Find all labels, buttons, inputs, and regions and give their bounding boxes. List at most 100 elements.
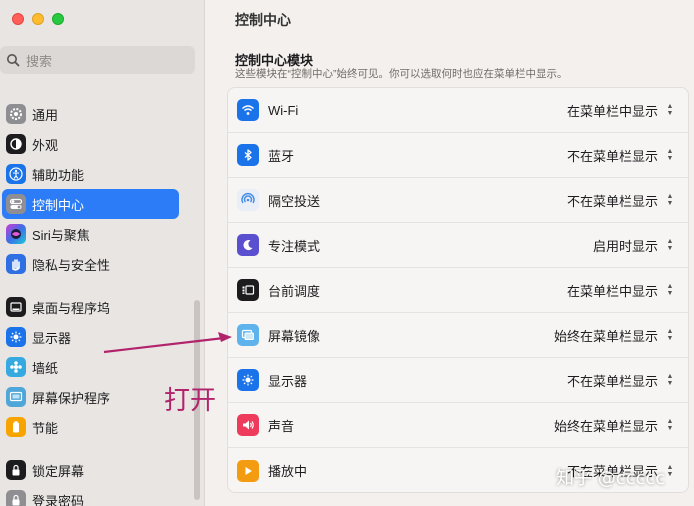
sidebar: 搜索 通用 外观 辅助功能 控制中心 Siri与聚焦 隐私与安全性 桌面与程序坞… bbox=[0, 0, 205, 506]
gear-icon bbox=[6, 104, 26, 124]
sidebar-item-screensaver[interactable]: 屏幕保护程序 bbox=[2, 382, 179, 412]
sidebar-item-label: 节能 bbox=[32, 420, 59, 436]
module-row-wifi: Wi-Fi 在菜单栏中显示 ▲ ▼ bbox=[228, 88, 688, 133]
module-row-focus: 专注模式 启用时显示 ▲ ▼ bbox=[228, 223, 688, 268]
sidebar-item-label: 控制中心 bbox=[32, 197, 85, 213]
wallpaper-icon bbox=[6, 357, 26, 377]
annotation-arrow-icon bbox=[103, 332, 232, 354]
sidebar-item-label: 通用 bbox=[32, 107, 59, 123]
chevron-updown-icon: ▲ ▼ bbox=[666, 328, 674, 342]
visibility-select[interactable]: 启用时显示 ▲ ▼ bbox=[593, 236, 676, 255]
module-label: Wi-Fi bbox=[268, 102, 299, 118]
siri-icon bbox=[6, 224, 26, 244]
minimize-window-button[interactable] bbox=[32, 13, 44, 25]
sidebar-item-wallpaper[interactable]: 墙纸 bbox=[2, 352, 179, 382]
select-value: 始终在菜单栏显示 bbox=[553, 418, 658, 434]
chevron-updown-icon: ▲ ▼ bbox=[666, 283, 674, 297]
sidebar-item-label: 辅助功能 bbox=[32, 167, 85, 183]
wifi-icon bbox=[237, 99, 259, 121]
sidebar-item-privacy[interactable]: 隐私与安全性 bbox=[2, 249, 179, 279]
sidebar-item-control-center[interactable]: 控制中心 bbox=[2, 189, 179, 219]
stage-manager-icon bbox=[237, 279, 259, 301]
page-title: 控制中心 bbox=[235, 12, 291, 28]
password-icon bbox=[6, 490, 26, 506]
module-row-stage-manager: 台前调度 在菜单栏中显示 ▲ ▼ bbox=[228, 268, 688, 313]
select-value: 始终在菜单栏显示 bbox=[553, 328, 658, 344]
chevron-updown-icon: ▲ ▼ bbox=[666, 103, 674, 117]
visibility-select[interactable]: 始终在菜单栏显示 ▲ ▼ bbox=[554, 326, 676, 345]
sidebar-item-lock-screen[interactable]: 锁定屏幕 bbox=[2, 455, 179, 485]
visibility-select[interactable]: 不在菜单栏显示 ▲ ▼ bbox=[567, 191, 676, 210]
module-label: 声音 bbox=[268, 418, 295, 434]
appearance-icon bbox=[6, 134, 26, 154]
visibility-select[interactable]: 不在菜单栏显示 ▲ ▼ bbox=[567, 371, 676, 390]
moon-icon bbox=[237, 234, 259, 256]
accessibility-icon bbox=[6, 164, 26, 184]
module-label: 专注模式 bbox=[268, 238, 321, 254]
chevron-updown-icon: ▲ ▼ bbox=[666, 373, 674, 387]
module-row-sound: 声音 始终在菜单栏显示 ▲ ▼ bbox=[228, 403, 688, 448]
chevron-updown-icon: ▲ ▼ bbox=[666, 463, 674, 478]
sidebar-item-label: 屏幕保护程序 bbox=[32, 390, 111, 406]
chevron-updown-icon: ▲ ▼ bbox=[666, 418, 674, 432]
search-icon bbox=[7, 54, 20, 67]
sidebar-item-label: 锁定屏幕 bbox=[32, 463, 85, 479]
screen-mirroring-icon bbox=[237, 324, 259, 346]
visibility-select[interactable]: 始终在菜单栏显示 ▲ ▼ bbox=[554, 416, 676, 435]
lock-icon bbox=[6, 460, 26, 480]
watermark: 知乎 @ccccc bbox=[556, 468, 666, 489]
speaker-icon bbox=[237, 414, 259, 436]
play-icon bbox=[237, 459, 259, 482]
sidebar-item-label: Siri与聚焦 bbox=[32, 227, 90, 243]
section-description: 这些模块在“控制中心”始终可见。你可以选取何时也应在菜单栏中显示。 bbox=[235, 68, 568, 80]
sidebar-item-energy[interactable]: 节能 bbox=[2, 412, 179, 442]
select-value: 不在菜单栏显示 bbox=[566, 148, 658, 164]
chevron-updown-icon: ▲ ▼ bbox=[666, 238, 674, 252]
battery-icon bbox=[6, 417, 26, 437]
hand-icon bbox=[6, 254, 26, 274]
screensaver-icon bbox=[6, 387, 26, 407]
dock-icon bbox=[6, 297, 26, 317]
sidebar-item-general[interactable]: 通用 bbox=[2, 99, 179, 129]
select-value: 不在菜单栏显示 bbox=[566, 193, 658, 209]
module-row-screen-mirroring: 屏幕镜像 始终在菜单栏显示 ▲ ▼ bbox=[228, 313, 688, 358]
search-input[interactable]: 搜索 bbox=[0, 46, 195, 74]
module-row-display: 显示器 不在菜单栏显示 ▲ ▼ bbox=[228, 358, 688, 403]
visibility-select[interactable]: 不在菜单栏显示 ▲ ▼ bbox=[567, 146, 676, 165]
sidebar-item-label: 墙纸 bbox=[32, 360, 59, 376]
annotation-text: 打开 bbox=[164, 386, 217, 416]
module-label: 台前调度 bbox=[268, 283, 321, 299]
search-placeholder: 搜索 bbox=[26, 53, 53, 69]
module-label: 蓝牙 bbox=[268, 148, 295, 164]
visibility-select[interactable]: 在菜单栏中显示 ▲ ▼ bbox=[567, 281, 676, 300]
module-row-airdrop: 隔空投送 不在菜单栏显示 ▲ ▼ bbox=[228, 178, 688, 223]
sidebar-item-accessibility[interactable]: 辅助功能 bbox=[2, 159, 179, 189]
display-icon bbox=[6, 327, 26, 347]
select-value: 在菜单栏中显示 bbox=[566, 283, 658, 299]
main-content: 控制中心 控制中心模块 这些模块在“控制中心”始终可见。你可以选取何时也应在菜单… bbox=[205, 0, 694, 506]
module-label: 显示器 bbox=[268, 373, 308, 389]
sidebar-item-siri[interactable]: Siri与聚焦 bbox=[2, 219, 179, 249]
sidebar-item-label: 显示器 bbox=[32, 330, 72, 346]
close-window-button[interactable] bbox=[12, 13, 24, 25]
sidebar-item-label: 隐私与安全性 bbox=[32, 257, 111, 273]
sidebar-item-login-password[interactable]: 登录密码 bbox=[2, 485, 179, 506]
sidebar-item-appearance[interactable]: 外观 bbox=[2, 129, 179, 159]
zoom-window-button[interactable] bbox=[52, 13, 64, 25]
control-center-icon bbox=[6, 194, 26, 214]
module-label: 隔空投送 bbox=[268, 193, 321, 209]
sidebar-item-label: 桌面与程序坞 bbox=[32, 300, 111, 316]
module-label: 屏幕镜像 bbox=[268, 328, 321, 344]
airdrop-icon bbox=[237, 189, 259, 211]
select-value: 不在菜单栏显示 bbox=[566, 373, 658, 389]
module-row-bluetooth: 蓝牙 不在菜单栏显示 ▲ ▼ bbox=[228, 133, 688, 178]
modules-panel: Wi-Fi 在菜单栏中显示 ▲ ▼ 蓝牙 不在菜单栏显示 ▲ ▼ 隔空投送 不在… bbox=[227, 87, 689, 493]
window-controls bbox=[12, 13, 64, 25]
select-value: 启用时显示 bbox=[592, 238, 658, 254]
sidebar-item-desktop-dock[interactable]: 桌面与程序坞 bbox=[2, 292, 179, 322]
chevron-updown-icon: ▲ ▼ bbox=[666, 148, 674, 162]
visibility-select[interactable]: 在菜单栏中显示 ▲ ▼ bbox=[567, 101, 676, 120]
module-label: 播放中 bbox=[268, 464, 308, 479]
brightness-icon bbox=[237, 369, 259, 391]
sidebar-item-label: 登录密码 bbox=[32, 493, 85, 506]
